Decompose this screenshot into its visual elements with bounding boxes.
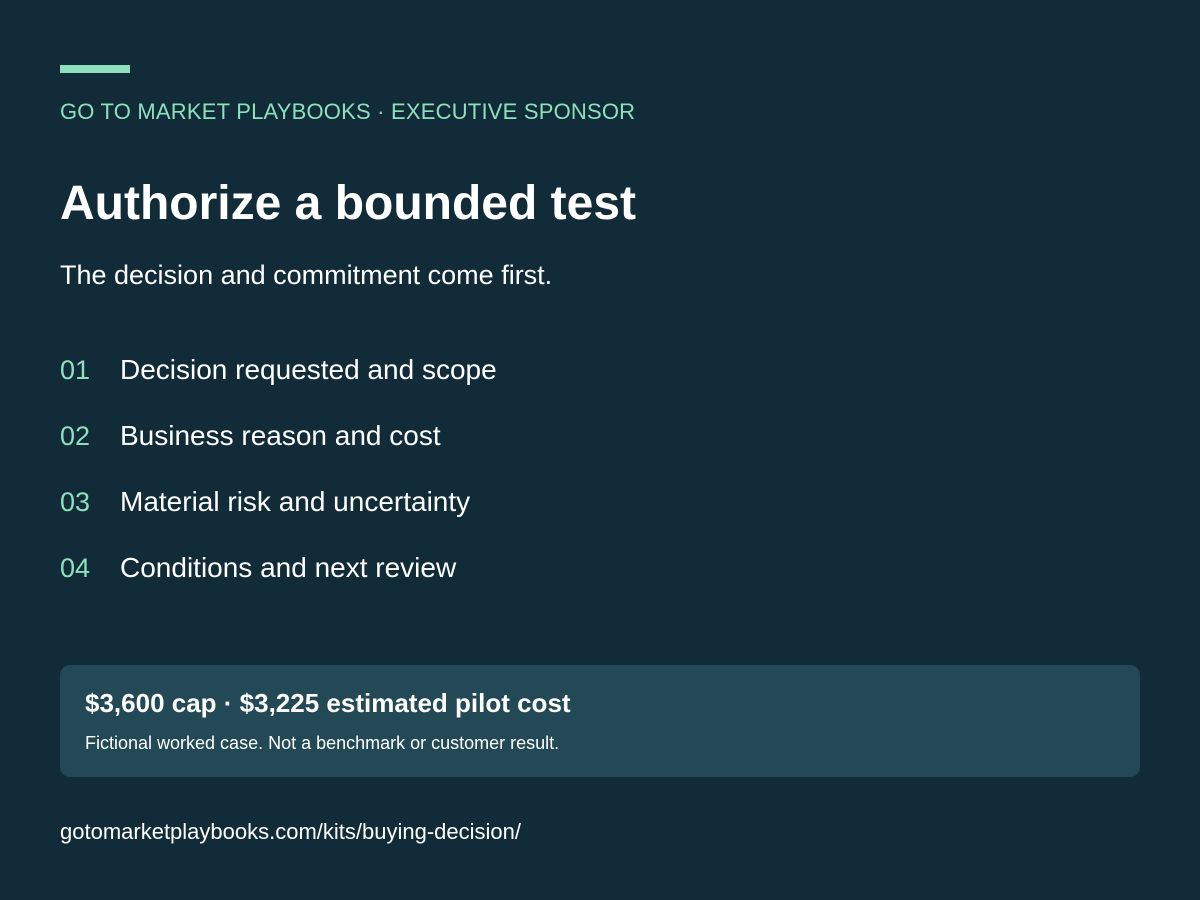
list-item: 02 Business reason and cost bbox=[60, 420, 497, 452]
eyebrow-label: GO TO MARKET PLAYBOOKS · EXECUTIVE SPONS… bbox=[60, 99, 636, 124]
list-item: 03 Material risk and uncertainty bbox=[60, 486, 497, 518]
page-title: Authorize a bounded test bbox=[60, 177, 636, 230]
cost-callout: $3,600 cap · $3,225 estimated pilot cost… bbox=[60, 665, 1140, 777]
callout-headline: $3,600 cap · $3,225 estimated pilot cost bbox=[85, 688, 571, 718]
step-number: 03 bbox=[60, 486, 91, 517]
page-subtitle: The decision and commitment come first. bbox=[60, 260, 553, 290]
step-number: 02 bbox=[60, 420, 91, 451]
step-number: 01 bbox=[60, 354, 91, 385]
step-label: Business reason and cost bbox=[120, 420, 441, 451]
step-label: Conditions and next review bbox=[120, 552, 457, 583]
footer-url: gotomarketplaybooks.com/kits/buying-deci… bbox=[60, 819, 522, 844]
step-label: Material risk and uncertainty bbox=[120, 486, 471, 517]
list-item: 01 Decision requested and scope bbox=[60, 354, 497, 386]
callout-note: Fictional worked case. Not a benchmark o… bbox=[85, 733, 560, 753]
list-item: 04 Conditions and next review bbox=[60, 552, 497, 584]
accent-bar bbox=[60, 65, 130, 73]
step-label: Decision requested and scope bbox=[120, 354, 497, 385]
step-number: 04 bbox=[60, 552, 91, 583]
step-list: 01 Decision requested and scope 02 Busin… bbox=[60, 354, 497, 618]
